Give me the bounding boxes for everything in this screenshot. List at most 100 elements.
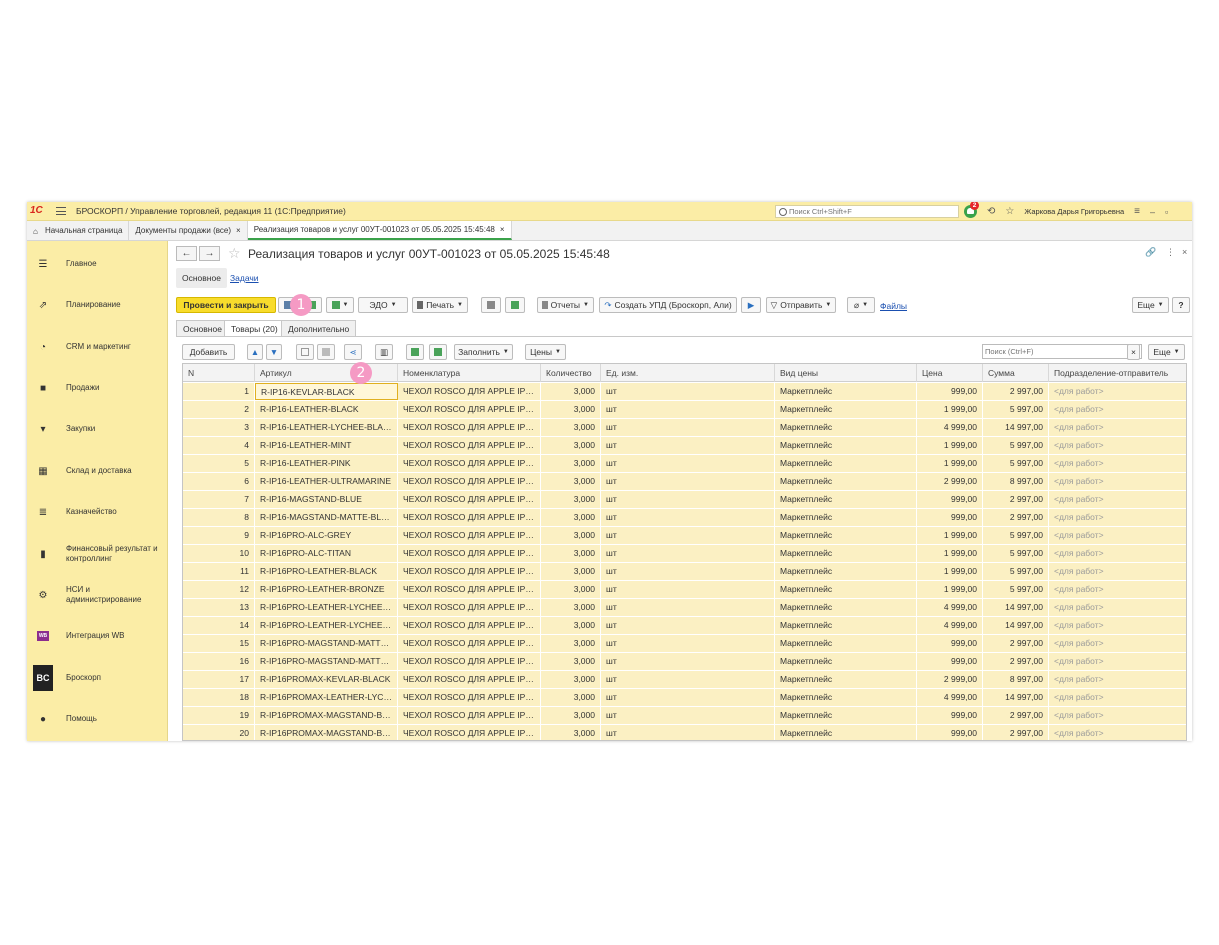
sidebar-item-help[interactable]: ● Помощь — [27, 704, 168, 734]
more-vertical-icon[interactable]: ⋮ — [1166, 247, 1175, 258]
cell-article[interactable]: R-IP16-LEATHER-LYCHEE-BLACK — [255, 419, 398, 436]
cell-price-type[interactable]: Маркетплейс — [775, 635, 917, 652]
table-more-button[interactable]: Еще ▼ — [1148, 344, 1185, 360]
journal-button[interactable] — [481, 297, 501, 313]
cell-department[interactable]: <для работ> — [1049, 455, 1186, 472]
cell-sum[interactable]: 8 997,00 — [983, 473, 1049, 490]
cell-n[interactable]: 5 — [183, 455, 255, 472]
cell-nomenclature[interactable]: ЧЕХОЛ ROSCO ДЛЯ APPLE IPH... — [398, 419, 541, 436]
create-upd-button[interactable]: ↷ Создать УПД (Броскорп, Али) — [599, 297, 737, 313]
cell-quantity[interactable]: 3,000 — [541, 563, 601, 580]
global-search-input[interactable] — [789, 207, 949, 216]
table-row[interactable]: 16 R-IP16PRO-MAGSTAND-MATTE-... ЧЕХОЛ ROSC… — [183, 653, 1186, 671]
cell-n[interactable]: 2 — [183, 401, 255, 418]
table-row[interactable]: 19 R-IP16PROMAX-MAGSTAND-BLA... ЧЕХОЛ ROSC… — [183, 707, 1186, 725]
cell-quantity[interactable]: 3,000 — [541, 581, 601, 598]
table-row[interactable]: 13 R-IP16PRO-LEATHER-LYCHEE-B... ЧЕХОЛ ROS… — [183, 599, 1186, 617]
table-row[interactable]: 3 R-IP16-LEATHER-LYCHEE-BLACK ЧЕХОЛ ROSCO … — [183, 419, 1186, 437]
cell-price-type[interactable]: Маркетплейс — [775, 455, 917, 472]
cell-sum[interactable]: 5 997,00 — [983, 437, 1049, 454]
create-based-on-button[interactable]: ▼ — [326, 297, 354, 313]
tab-sales-invoice[interactable]: Реализация товаров и услуг 00УТ-001023 о… — [247, 221, 512, 240]
column-header-quantity[interactable]: Количество — [541, 364, 601, 382]
sidebar-item-warehouse[interactable]: ▦ Склад и доставка — [27, 456, 168, 486]
cell-price-type[interactable]: Маркетплейс — [775, 383, 917, 400]
table-row[interactable]: 20 R-IP16PROMAX-MAGSTAND-BLUE ЧЕХОЛ ROSCO … — [183, 725, 1186, 740]
move-up-button[interactable]: ▲ — [247, 344, 263, 360]
column-header-unit[interactable]: Ед. изм. — [601, 364, 775, 382]
table-row[interactable]: 7 R-IP16-MAGSTAND-BLUE ЧЕХОЛ ROSCO ДЛЯ APP… — [183, 491, 1186, 509]
tab-additional[interactable]: Дополнительно — [281, 320, 357, 336]
cell-sum[interactable]: 2 997,00 — [983, 491, 1049, 508]
notifications-icon[interactable]: 2 — [964, 202, 979, 218]
cell-article[interactable]: R-IP16PROMAX-LEATHER-LYCH... — [255, 689, 398, 706]
cell-price[interactable]: 999,00 — [917, 491, 983, 508]
cell-department[interactable]: <для работ> — [1049, 527, 1186, 544]
table-row[interactable]: 2 R-IP16-LEATHER-BLACK ЧЕХОЛ ROSCO ДЛЯ APP… — [183, 401, 1186, 419]
cell-sum[interactable]: 2 997,00 — [983, 707, 1049, 724]
cell-n[interactable]: 14 — [183, 617, 255, 634]
cell-price-type[interactable]: Маркетплейс — [775, 491, 917, 508]
user-name[interactable]: Жаркова Дарья Григорьевна — [1024, 207, 1124, 216]
cell-price[interactable]: 999,00 — [917, 509, 983, 526]
cell-n[interactable]: 16 — [183, 653, 255, 670]
cell-price-type[interactable]: Маркетплейс — [775, 725, 917, 740]
cell-quantity[interactable]: 3,000 — [541, 527, 601, 544]
cell-unit[interactable]: шт — [601, 419, 775, 436]
help-button[interactable]: ? — [1172, 297, 1190, 313]
cell-n[interactable]: 1 — [183, 383, 255, 400]
cell-quantity[interactable]: 3,000 — [541, 437, 601, 454]
cell-quantity[interactable]: 3,000 — [541, 689, 601, 706]
cell-department[interactable]: <для работ> — [1049, 401, 1186, 418]
cell-n[interactable]: 11 — [183, 563, 255, 580]
cell-unit[interactable]: шт — [601, 383, 775, 400]
cell-unit[interactable]: шт — [601, 527, 775, 544]
cell-nomenclature[interactable]: ЧЕХОЛ ROSCO ДЛЯ APPLE IPH... — [398, 617, 541, 634]
cell-unit[interactable]: шт — [601, 617, 775, 634]
column-header-price[interactable]: Цена — [917, 364, 983, 382]
cell-quantity[interactable]: 3,000 — [541, 599, 601, 616]
table-row[interactable]: 6 R-IP16-LEATHER-ULTRAMARINE ЧЕХОЛ ROSCO Д… — [183, 473, 1186, 491]
cell-price[interactable]: 999,00 — [917, 653, 983, 670]
table-row[interactable]: 1 R-IP16-KEVLAR-BLACK ЧЕХОЛ ROSCO ДЛЯ APPL… — [183, 383, 1186, 401]
cell-department[interactable]: <для работ> — [1049, 563, 1186, 580]
cell-department[interactable]: <для работ> — [1049, 671, 1186, 688]
cell-n[interactable]: 13 — [183, 599, 255, 616]
cell-quantity[interactable]: 3,000 — [541, 653, 601, 670]
cell-price[interactable]: 1 999,00 — [917, 437, 983, 454]
cell-article[interactable]: R-IP16PROMAX-MAGSTAND-BLUE — [255, 725, 398, 740]
move-down-button[interactable]: ▼ — [266, 344, 282, 360]
forward-arrow-icon[interactable]: → — [199, 246, 220, 261]
cell-quantity[interactable]: 3,000 — [541, 635, 601, 652]
table-row[interactable]: 5 R-IP16-LEATHER-PINK ЧЕХОЛ ROSCO ДЛЯ APPL… — [183, 455, 1186, 473]
pick-goods-button[interactable] — [429, 344, 447, 360]
cell-department[interactable]: <для работ> — [1049, 545, 1186, 562]
cell-price[interactable]: 2 999,00 — [917, 671, 983, 688]
cell-price[interactable]: 999,00 — [917, 707, 983, 724]
cell-unit[interactable]: шт — [601, 581, 775, 598]
sidebar-item-treasury[interactable]: ≣ Казначейство — [27, 497, 168, 527]
cell-article[interactable]: R-IP16PRO-ALC-TITAN — [255, 545, 398, 562]
table-row[interactable]: 18 R-IP16PROMAX-LEATHER-LYCH... ЧЕХОЛ ROSC… — [183, 689, 1186, 707]
cell-sum[interactable]: 5 997,00 — [983, 545, 1049, 562]
cell-n[interactable]: 4 — [183, 437, 255, 454]
table-row[interactable]: 4 R-IP16-LEATHER-MINT ЧЕХОЛ ROSCO ДЛЯ APPL… — [183, 437, 1186, 455]
cell-quantity[interactable]: 3,000 — [541, 473, 601, 490]
cell-price[interactable]: 4 999,00 — [917, 689, 983, 706]
cell-nomenclature[interactable]: ЧЕХОЛ ROSCO ДЛЯ APPLE IPH... — [398, 401, 541, 418]
run-button[interactable]: ▶ — [741, 297, 761, 313]
cell-sum[interactable]: 2 997,00 — [983, 725, 1049, 740]
cell-n[interactable]: 9 — [183, 527, 255, 544]
cell-nomenclature[interactable]: ЧЕХОЛ ROSCO ДЛЯ APPLE IPH... — [398, 653, 541, 670]
cell-quantity[interactable]: 3,000 — [541, 509, 601, 526]
cell-article[interactable]: R-IP16PRO-LEATHER-BRONZE — [255, 581, 398, 598]
table-row[interactable]: 9 R-IP16PRO-ALC-GREY ЧЕХОЛ ROSCO ДЛЯ APPLE… — [183, 527, 1186, 545]
cell-quantity[interactable]: 3,000 — [541, 671, 601, 688]
cell-price-type[interactable]: Маркетплейс — [775, 617, 917, 634]
cell-price[interactable]: 1 999,00 — [917, 527, 983, 544]
cell-unit[interactable]: шт — [601, 491, 775, 508]
table-row[interactable]: 15 R-IP16PRO-MAGSTAND-MATTE-... ЧЕХОЛ ROSC… — [183, 635, 1186, 653]
fill-button[interactable]: Заполнить ▼ — [454, 344, 513, 360]
cell-nomenclature[interactable]: ЧЕХОЛ ROSCO ДЛЯ APPLE IPH... — [398, 509, 541, 526]
settings-menu-icon[interactable]: ≡ — [1134, 206, 1140, 217]
